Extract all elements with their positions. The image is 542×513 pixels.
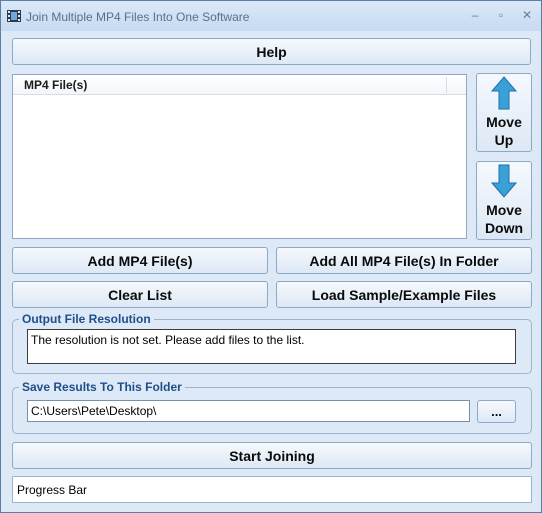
film-icon: [7, 10, 21, 22]
resolution-group-label: Output File Resolution: [19, 312, 154, 326]
resolution-display: The resolution is not set. Please add fi…: [27, 329, 516, 364]
move-up-label-line1: Move: [486, 114, 522, 130]
help-button[interactable]: Help: [12, 38, 531, 65]
move-down-label-line1: Move: [486, 202, 522, 218]
main-window: Join Multiple MP4 Files Into One Softwar…: [0, 0, 542, 513]
progress-bar: Progress Bar: [12, 476, 532, 503]
progress-bar-label: Progress Bar: [17, 483, 88, 497]
start-joining-button[interactable]: Start Joining: [12, 442, 532, 469]
minimize-button[interactable]: –: [465, 7, 485, 23]
column-header-mp4-files: MP4 File(s): [24, 78, 88, 92]
add-files-button[interactable]: Add MP4 File(s): [12, 247, 268, 274]
file-list[interactable]: MP4 File(s): [12, 74, 467, 239]
browse-folder-button[interactable]: ...: [477, 400, 516, 423]
close-button[interactable]: ✕: [517, 7, 537, 23]
maximize-button[interactable]: ▫: [491, 7, 511, 23]
move-down-button[interactable]: Move Down: [476, 161, 532, 240]
arrow-up-icon: [491, 76, 517, 110]
window-title: Join Multiple MP4 Files Into One Softwar…: [26, 10, 250, 24]
file-list-header[interactable]: MP4 File(s): [13, 75, 466, 95]
move-down-label-line2: Down: [484, 220, 524, 236]
title-bar[interactable]: Join Multiple MP4 Files Into One Softwar…: [1, 1, 541, 31]
arrow-down-icon: [491, 164, 517, 198]
move-up-label-line2: Up: [494, 132, 514, 148]
output-folder-input[interactable]: C:\Users\Pete\Desktop\: [27, 400, 470, 422]
output-folder-group-label: Save Results To This Folder: [19, 380, 185, 394]
move-up-button[interactable]: Move Up: [476, 73, 532, 152]
column-separator[interactable]: [446, 77, 447, 93]
clear-list-button[interactable]: Clear List: [12, 281, 268, 308]
load-sample-button[interactable]: Load Sample/Example Files: [276, 281, 532, 308]
add-folder-button[interactable]: Add All MP4 File(s) In Folder: [276, 247, 532, 274]
